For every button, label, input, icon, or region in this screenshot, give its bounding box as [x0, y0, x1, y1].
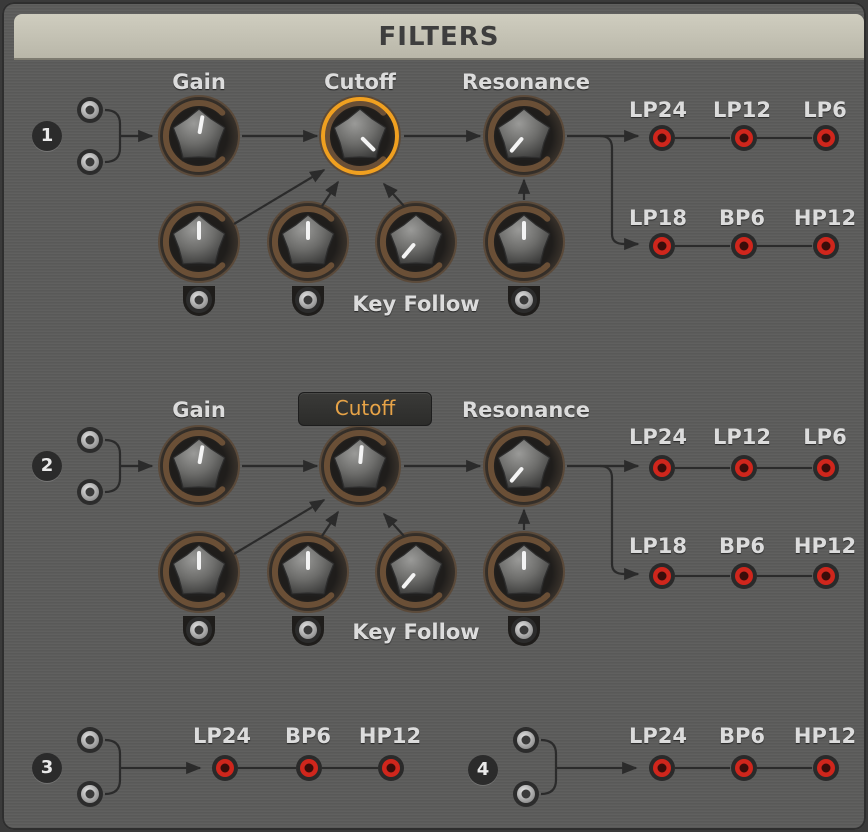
filter-4-badge: 4 — [468, 755, 498, 785]
filter-3-out-bp6[interactable] — [296, 755, 322, 781]
wire — [104, 738, 122, 796]
filter-1-resonance-knob[interactable] — [483, 95, 565, 177]
filter-2-resonance-label: Resonance — [461, 398, 591, 422]
filter-2-out-bp6-label: BP6 — [718, 534, 766, 558]
filter-1-cutoff-mod-port[interactable] — [295, 287, 321, 313]
filter-3-badge: 3 — [32, 753, 62, 783]
wire — [382, 182, 405, 207]
wire — [540, 738, 558, 796]
filter-4-out-bp6-label: BP6 — [718, 724, 766, 748]
filter-2-gain-mod-knob[interactable] — [158, 531, 240, 613]
filter-4-out-lp24-label: LP24 — [629, 724, 687, 748]
filter-3-out-hp12-label: HP12 — [358, 724, 422, 748]
filter-2-input-b[interactable] — [77, 479, 103, 505]
filter-1-cutoff-knob[interactable] — [319, 95, 401, 177]
filter-1-gain-knob[interactable] — [158, 95, 240, 177]
filters-panel: FILTERS 1 Gain Cutoff Resonance Key Foll… — [2, 2, 866, 830]
filter-1-gain-label: Gain — [172, 70, 226, 94]
filter-2-out-hp12[interactable] — [813, 563, 839, 589]
filter-1-input-a[interactable] — [77, 97, 103, 123]
filter-2-cutoff-display[interactable]: Cutoff — [298, 392, 432, 426]
filter-1-out-lp12[interactable] — [731, 125, 757, 151]
filter-2-cutoff-knob[interactable] — [319, 425, 401, 507]
filter-2-gain-knob[interactable] — [158, 425, 240, 507]
filters-graphics — [77, 95, 839, 807]
filter-1-gain-mod-knob[interactable] — [158, 201, 240, 283]
filter-2-gain-mod-port[interactable] — [186, 617, 212, 643]
filter-1-key-follow-label: Key Follow — [352, 292, 480, 316]
wire — [567, 134, 640, 251]
wire — [104, 108, 122, 164]
filter-2-out-lp24-label: LP24 — [629, 425, 687, 449]
filter-4-input-b[interactable] — [513, 781, 539, 807]
filter-2-out-lp12[interactable] — [731, 455, 757, 481]
filter-3-out-lp24[interactable] — [212, 755, 238, 781]
filter-2-gain-label: Gain — [172, 398, 226, 422]
filter-3-out-bp6-label: BP6 — [284, 724, 332, 748]
filter-2-out-lp18-label: LP18 — [629, 534, 687, 558]
filter-2-badge: 2 — [32, 451, 62, 481]
filter-1-out-lp18-label: LP18 — [629, 206, 687, 230]
filter-2-out-bp6[interactable] — [731, 563, 757, 589]
filter-2-out-lp12-label: LP12 — [713, 425, 771, 449]
filter-1-key-follow-knob[interactable] — [375, 201, 457, 283]
filter-4-out-bp6[interactable] — [731, 755, 757, 781]
filter-1-out-hp12[interactable] — [813, 233, 839, 259]
filter-1-resonance-mod-port[interactable] — [511, 287, 537, 313]
filter-1-out-lp6[interactable] — [813, 125, 839, 151]
filter-2-resonance-mod-port[interactable] — [511, 617, 537, 643]
filter-2-resonance-mod-knob[interactable] — [483, 531, 565, 613]
filter-1-cutoff-label: Cutoff — [324, 70, 396, 94]
filter-1-out-lp6-label: LP6 — [803, 98, 847, 122]
filter-1-badge: 1 — [32, 121, 62, 151]
filter-1-out-lp18[interactable] — [649, 233, 675, 259]
wire — [321, 510, 339, 537]
filter-1-out-bp6-label: BP6 — [718, 206, 766, 230]
filter-2-out-lp6-label: LP6 — [803, 425, 847, 449]
filter-2-out-lp6[interactable] — [813, 455, 839, 481]
filter-1-gain-mod-port[interactable] — [186, 287, 212, 313]
filter-3-input-b[interactable] — [77, 781, 103, 807]
filter-1-resonance-label: Resonance — [461, 70, 591, 94]
filter-3-input-a[interactable] — [77, 727, 103, 753]
filter-1-out-lp12-label: LP12 — [713, 98, 771, 122]
filter-1-out-bp6[interactable] — [731, 233, 757, 259]
filter-4-out-hp12[interactable] — [813, 755, 839, 781]
wire — [567, 464, 640, 581]
filter-4-out-lp24[interactable] — [649, 755, 675, 781]
filter-1-out-hp12-label: HP12 — [793, 206, 857, 230]
filter-1-out-lp24[interactable] — [649, 125, 675, 151]
filter-2-input-a[interactable] — [77, 427, 103, 453]
wire — [382, 512, 405, 537]
filter-3-out-lp24-label: LP24 — [193, 724, 251, 748]
filter-3-out-hp12[interactable] — [378, 755, 404, 781]
filter-2-out-lp24[interactable] — [649, 455, 675, 481]
filter-2-cutoff-mod-port[interactable] — [295, 617, 321, 643]
filter-2-out-lp18[interactable] — [649, 563, 675, 589]
filter-2-key-follow-label: Key Follow — [352, 620, 480, 644]
filter-2-cutoff-mod-knob[interactable] — [267, 531, 349, 613]
filter-1-resonance-mod-knob[interactable] — [483, 201, 565, 283]
filter-4-input-a[interactable] — [513, 727, 539, 753]
filter-2-out-hp12-label: HP12 — [793, 534, 857, 558]
filter-1-cutoff-mod-knob[interactable] — [267, 201, 349, 283]
filter-1-out-lp24-label: LP24 — [629, 98, 687, 122]
filter-2-resonance-knob[interactable] — [483, 425, 565, 507]
filter-2-key-follow-knob[interactable] — [375, 531, 457, 613]
wire — [321, 180, 339, 207]
filter-1-input-b[interactable] — [77, 149, 103, 175]
wire — [104, 438, 122, 494]
filter-4-out-hp12-label: HP12 — [793, 724, 857, 748]
